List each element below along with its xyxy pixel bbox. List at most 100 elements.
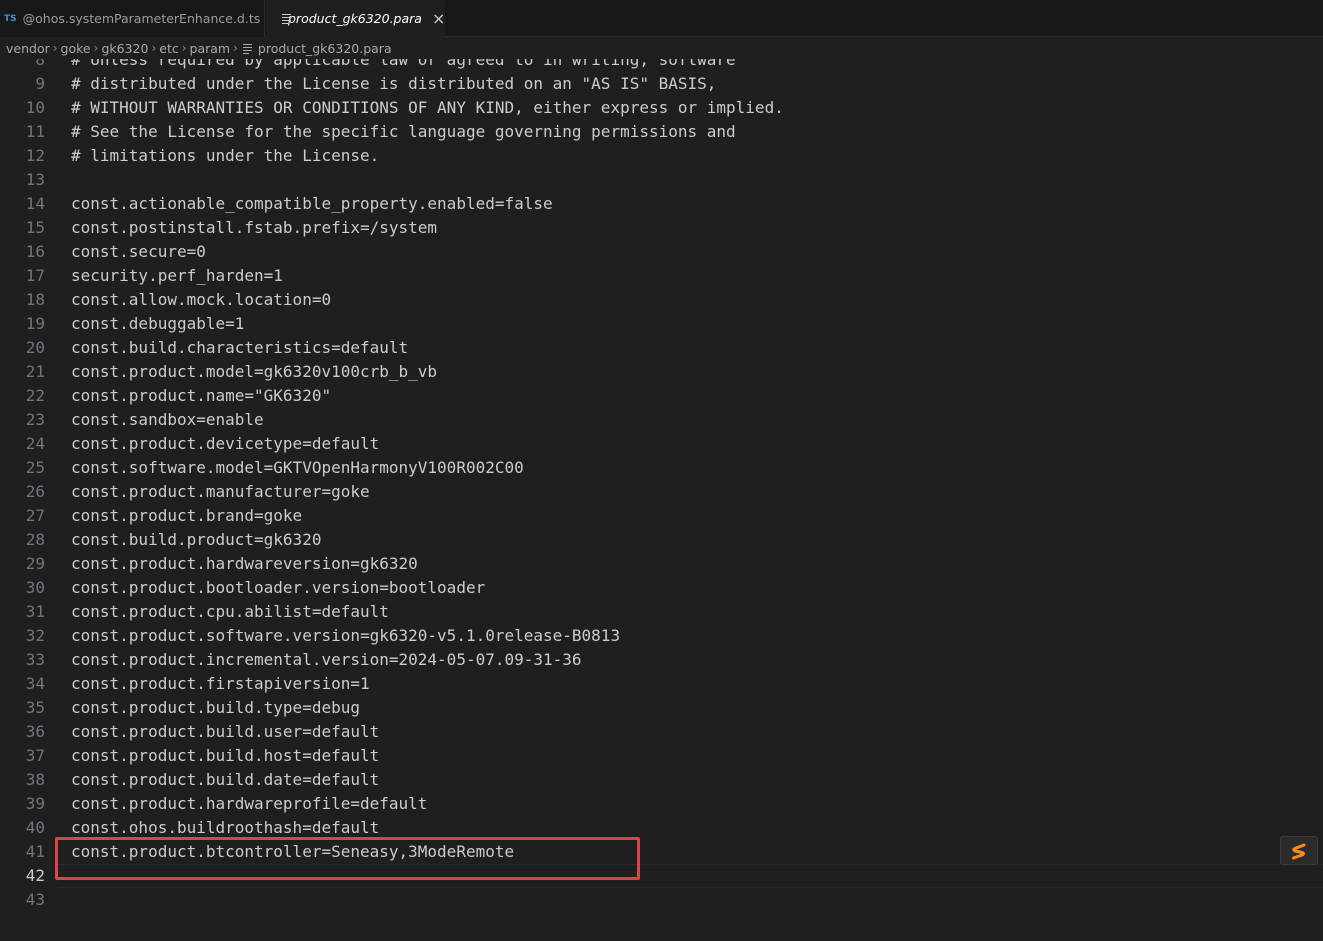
code-line[interactable]: 31 const.product.cpu.abilist=default — [0, 600, 1323, 624]
line-number: 23 — [25, 410, 45, 429]
annotation-highlight-box — [55, 837, 640, 880]
code-line[interactable]: 37 const.product.build.host=default — [0, 744, 1323, 768]
chevron-right-icon: › — [52, 41, 58, 55]
tab-bar: TS @ohos.systemParameterEnhance.d.ts pro… — [0, 0, 1323, 37]
code-line[interactable]: 27 const.product.brand=goke — [0, 504, 1323, 528]
code-line[interactable]: 24 const.product.devicetype=default — [0, 432, 1323, 456]
line-text: const.product.firstapiversion=1 — [71, 674, 370, 693]
line-text: const.product.build.host=default — [71, 746, 380, 765]
chevron-right-icon: › — [151, 41, 157, 55]
code-line[interactable]: 15 const.postinstall.fstab.prefix=/system — [0, 216, 1323, 240]
line-text: const.debuggable=1 — [71, 314, 245, 333]
line-text: # Unless required by applicable law or a… — [71, 59, 736, 69]
tab-label: product_gk6320.para — [288, 11, 422, 26]
code-line[interactable]: 16 const.secure=0 — [0, 240, 1323, 264]
line-text: const.secure=0 — [71, 242, 206, 261]
line-text: security.perf_harden=1 — [71, 266, 283, 285]
line-number: 39 — [25, 794, 45, 813]
code-line[interactable]: 21 const.product.model=gk6320v100crb_b_vb — [0, 360, 1323, 384]
code-line[interactable]: 30 const.product.bootloader.version=bootl… — [0, 576, 1323, 600]
breadcrumb-vendor[interactable]: vendor — [6, 41, 50, 56]
code-line[interactable]: 26 const.product.manufacturer=goke — [0, 480, 1323, 504]
line-text: const.product.devicetype=default — [71, 434, 380, 453]
line-number: 20 — [25, 338, 45, 357]
file-lines-icon — [242, 43, 252, 54]
breadcrumb-goke[interactable]: goke — [61, 41, 91, 56]
line-text: const.actionable_compatible_property.ena… — [71, 194, 553, 213]
line-number: 19 — [25, 314, 45, 333]
code-line[interactable]: 29 const.product.hardwareversion=gk6320 — [0, 552, 1323, 576]
line-text: const.product.brand=goke — [71, 506, 303, 525]
code-line[interactable]: 19 const.debuggable=1 — [0, 312, 1323, 336]
line-number: 16 — [25, 242, 45, 261]
tab-systemparameterenhance[interactable]: TS @ohos.systemParameterEnhance.d.ts — [0, 0, 265, 37]
code-line[interactable]: 36 const.product.build.user=default — [0, 720, 1323, 744]
line-number: 28 — [25, 530, 45, 549]
line-number: 32 — [25, 626, 45, 645]
code-line[interactable]: 8 # Unless required by applicable law or … — [0, 59, 1323, 72]
code-line[interactable]: 9 # distributed under the License is dist… — [0, 72, 1323, 96]
line-number: 26 — [25, 482, 45, 501]
line-text: const.product.incremental.version=2024-0… — [71, 650, 582, 669]
code-line[interactable]: 12 # limitations under the License. — [0, 144, 1323, 168]
chevron-right-icon: › — [233, 41, 238, 55]
line-text: const.product.model=gk6320v100crb_b_vb — [71, 362, 438, 381]
code-line[interactable]: 32 const.product.software.version=gk6320-… — [0, 624, 1323, 648]
line-number: 30 — [25, 578, 45, 597]
line-text: const.product.manufacturer=goke — [71, 482, 370, 501]
line-text: const.product.hardwareversion=gk6320 — [71, 554, 418, 573]
typescript-icon: TS — [4, 13, 17, 24]
line-text: const.product.software.version=gk6320-v5… — [71, 626, 621, 645]
line-text: const.product.bootloader.version=bootloa… — [71, 578, 486, 597]
code-line[interactable]: 22 const.product.name="GK6320" — [0, 384, 1323, 408]
code-line[interactable]: 34 const.product.firstapiversion=1 — [0, 672, 1323, 696]
line-number: 25 — [25, 458, 45, 477]
code-line[interactable]: 11 # See the License for the specific lan… — [0, 120, 1323, 144]
chevron-right-icon: › — [181, 41, 187, 55]
code-line[interactable]: 35 const.product.build.type=debug — [0, 696, 1323, 720]
breadcrumb-file[interactable]: product_gk6320.para — [258, 41, 392, 56]
code-line[interactable]: 43 — [0, 888, 1323, 912]
line-number: 9 — [35, 74, 45, 93]
line-number: 34 — [25, 674, 45, 693]
sublime-s-icon[interactable] — [1280, 836, 1318, 865]
line-number: 18 — [25, 290, 45, 309]
line-text: const.product.cpu.abilist=default — [71, 602, 389, 621]
breadcrumb: vendor › goke › gk6320 › etc › param › p… — [0, 37, 1323, 59]
code-line[interactable]: 14 const.actionable_compatible_property.e… — [0, 192, 1323, 216]
line-number: 13 — [25, 170, 45, 189]
breadcrumb-etc[interactable]: etc — [159, 41, 178, 56]
breadcrumb-gk6320[interactable]: gk6320 — [101, 41, 148, 56]
breadcrumb-param[interactable]: param — [190, 41, 231, 56]
code-line[interactable]: 20 const.build.characteristics=default — [0, 336, 1323, 360]
line-number: 38 — [25, 770, 45, 789]
tab-label: @ohos.systemParameterEnhance.d.ts — [22, 11, 261, 26]
code-line[interactable]: 39 const.product.hardwareprofile=default — [0, 792, 1323, 816]
code-editor[interactable]: 8 # Unless required by applicable law or … — [0, 59, 1323, 941]
line-text: const.allow.mock.location=0 — [71, 290, 332, 309]
code-line[interactable]: 33 const.product.incremental.version=2024… — [0, 648, 1323, 672]
line-text: const.build.product=gk6320 — [71, 530, 322, 549]
line-number: 33 — [25, 650, 45, 669]
close-icon[interactable]: × — [432, 9, 445, 28]
line-number: 24 — [25, 434, 45, 453]
line-number: 37 — [25, 746, 45, 765]
line-number: 35 — [25, 698, 45, 717]
code-line[interactable]: 10 # WITHOUT WARRANTIES OR CONDITIONS OF … — [0, 96, 1323, 120]
code-line[interactable]: 13 — [0, 168, 1323, 192]
line-number: 27 — [25, 506, 45, 525]
line-number: 14 — [25, 194, 45, 213]
code-line[interactable]: 38 const.product.build.date=default — [0, 768, 1323, 792]
code-line[interactable]: 23 const.sandbox=enable — [0, 408, 1323, 432]
code-line[interactable]: 17 security.perf_harden=1 — [0, 264, 1323, 288]
tab-product-para[interactable]: product_gk6320.para × — [266, 0, 445, 37]
line-text: const.postinstall.fstab.prefix=/system — [71, 218, 438, 237]
code-line[interactable]: 18 const.allow.mock.location=0 — [0, 288, 1323, 312]
line-text: const.product.hardwareprofile=default — [71, 794, 428, 813]
line-text: # distributed under the License is distr… — [71, 74, 717, 93]
code-line[interactable]: 28 const.build.product=gk6320 — [0, 528, 1323, 552]
line-number: 17 — [25, 266, 45, 285]
line-number: 15 — [25, 218, 45, 237]
line-text: # limitations under the License. — [71, 146, 380, 165]
code-line[interactable]: 25 const.software.model=GKTVOpenHarmonyV1… — [0, 456, 1323, 480]
